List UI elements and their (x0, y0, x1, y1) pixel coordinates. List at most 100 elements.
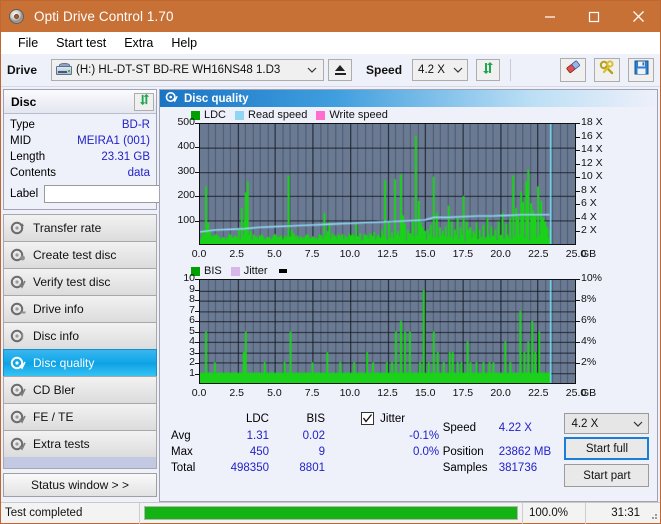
tools-button[interactable] (594, 58, 620, 82)
x-axis-unit-label: GB (581, 248, 597, 260)
app-window: Opti Drive Control 1.70 File Start test … (0, 0, 661, 524)
sidebar-item-disc-info[interactable]: Disc info (3, 322, 157, 349)
resize-grip[interactable] (646, 503, 660, 524)
y-axis-tick (195, 220, 199, 222)
refresh-disc-icon (138, 93, 151, 111)
y2-axis-tick (576, 217, 580, 219)
ldc-chart[interactable]: LDC Read speed Write speed 100 200 300 400 5… (163, 109, 654, 266)
drive-toolbar: Drive (H:) HL-DT-ST BD-RE WH16NS48 1.D3 … (1, 54, 660, 87)
info-block: Speed 4.22 X Position 23862 MB Samples 3… (443, 413, 565, 487)
disc-refresh-button[interactable] (134, 92, 154, 111)
ldc-chart-legend: LDC Read speed Write speed (191, 109, 393, 121)
sidebar-item-create-test-disc[interactable]: Create test disc (3, 241, 157, 268)
legend-swatch-jitter (230, 266, 240, 276)
sidebar-item-extra-tests[interactable]: Extra tests (3, 430, 157, 457)
x-axis-tick-label: 17.5 (452, 387, 474, 399)
disc-row-value: data (127, 167, 150, 179)
minimize-icon[interactable] (528, 1, 572, 32)
info-key-speed: Speed (442, 422, 476, 434)
charts-area: LDC Read speed Write speed 100 200 300 400 5… (160, 107, 657, 501)
y2-axis-tick-label: 12 X (581, 156, 603, 169)
sidebar-item-label: Transfer rate (33, 221, 102, 235)
sidebar-item-label: Disc quality (33, 356, 95, 370)
status-window-button[interactable]: Status window > > (3, 473, 157, 497)
nav-filler (3, 457, 157, 469)
y-axis-tick-label: 1 (189, 366, 195, 379)
start-part-button[interactable]: Start part (564, 464, 650, 487)
y-axis-tick (195, 279, 199, 280)
progress-bar-fill (145, 507, 517, 519)
save-button[interactable] (628, 58, 654, 82)
sidebar-item-verify-test-disc[interactable]: Verify test disc (3, 268, 157, 295)
y2-axis-tick (576, 321, 580, 322)
disc-quality-icon (10, 356, 26, 370)
sidebar-item-disc-quality[interactable]: Disc quality (3, 349, 157, 376)
menu-file[interactable]: File (9, 32, 47, 54)
y2-axis-tick (576, 300, 580, 301)
ldc-plot-canvas[interactable] (199, 123, 576, 245)
disc-quality-panel: Disc quality LDC Read speed Write speed (159, 89, 658, 502)
stats-max-ldc: 450 (249, 446, 269, 458)
menu-bar: File Start test Extra Help (1, 32, 660, 54)
menu-help[interactable]: Help (162, 32, 206, 54)
maximize-icon[interactable] (572, 1, 616, 32)
y2-axis-tick-label: 14 X (581, 143, 603, 156)
x-axis-tick-label: 20.0 (490, 248, 511, 260)
disc-row-value: 23.31 GB (101, 151, 150, 163)
disc-panel: Disc Type BD-R MID MEIRA1 (001) Length 2… (3, 89, 243, 210)
erase-button[interactable] (560, 58, 586, 82)
disc-verify-icon (10, 275, 26, 289)
info-value-samples: 381736 (498, 462, 538, 474)
bis-plot-canvas[interactable] (199, 279, 576, 384)
x-axis-tick-label: 5.0 (267, 387, 282, 399)
y2-axis-tick (576, 177, 580, 179)
jitter-block: Jitter -0.1% 0.0% (357, 412, 443, 487)
x-axis-tick-label: 7.5 (304, 387, 320, 399)
y2-axis-tick-label: 2 X (581, 224, 597, 237)
y2-axis-tick (576, 363, 580, 364)
chevron-down-icon (633, 418, 648, 430)
y-axis-tick (195, 321, 199, 322)
y-axis-tick (195, 147, 199, 149)
sidebar-item-transfer-rate[interactable]: Transfer rate (3, 214, 157, 241)
y-axis-tick (195, 342, 199, 343)
sidebar-item-drive-info[interactable]: Drive info (3, 295, 157, 322)
jitter-checkbox[interactable] (361, 412, 375, 425)
refresh-icon (481, 61, 495, 80)
x-axis-tick-label: 22.5 (528, 387, 549, 399)
y2-axis-tick-label: 16 X (581, 129, 603, 142)
close-icon[interactable] (616, 1, 660, 32)
drive-info-icon (10, 302, 26, 316)
save-icon (634, 60, 649, 80)
y-axis-tick-label: 10 (183, 272, 195, 284)
progress-bar (144, 506, 518, 520)
y-axis-tick-label: 200 (177, 189, 195, 202)
menu-start-test[interactable]: Start test (47, 32, 115, 54)
window-controls (528, 1, 660, 32)
sidebar-item-fe-te[interactable]: FE / TE (3, 403, 157, 430)
jitter-max: 0.0% (412, 446, 440, 458)
refresh-button[interactable] (476, 59, 501, 81)
drive-select[interactable]: (H:) HL-DT-ST BD-RE WH16NS48 1.D3 (51, 59, 325, 81)
bis-chart[interactable]: BIS Jitter 1 2 3 4 5 6 7 8 9 10 2% 4% 6% 8% 10% 0.0 2.5 5… (163, 262, 654, 410)
menu-extra[interactable]: Extra (115, 32, 162, 54)
chevron-down-icon (303, 65, 321, 75)
toolbar-right-group (552, 58, 654, 82)
disc-burn-icon (10, 248, 26, 262)
stats-col-bis: BIS (306, 413, 325, 425)
speed-select-stats[interactable]: 4.2 X (564, 413, 650, 434)
speed-select[interactable]: 4.2 X (412, 59, 469, 81)
x-axis-tick-label: 0.0 (191, 387, 207, 399)
start-full-button[interactable]: Start full (564, 437, 650, 460)
disc-info-icon (10, 329, 26, 343)
x-axis-tick-label: 5.0 (267, 248, 282, 260)
eject-button[interactable] (328, 59, 353, 81)
stats-col-ldc: LDC (245, 413, 269, 425)
info-value-position: 23862 MB (498, 446, 552, 458)
x-axis-tick-label: 0.0 (191, 248, 207, 260)
y2-axis-tick (576, 123, 580, 124)
y-axis-tick-label: 300 (177, 164, 195, 177)
sidebar-item-cd-bler[interactable]: CD Bler (3, 376, 157, 403)
y2-axis-tick (576, 231, 580, 233)
stats-row-label-total: Total (171, 462, 196, 474)
